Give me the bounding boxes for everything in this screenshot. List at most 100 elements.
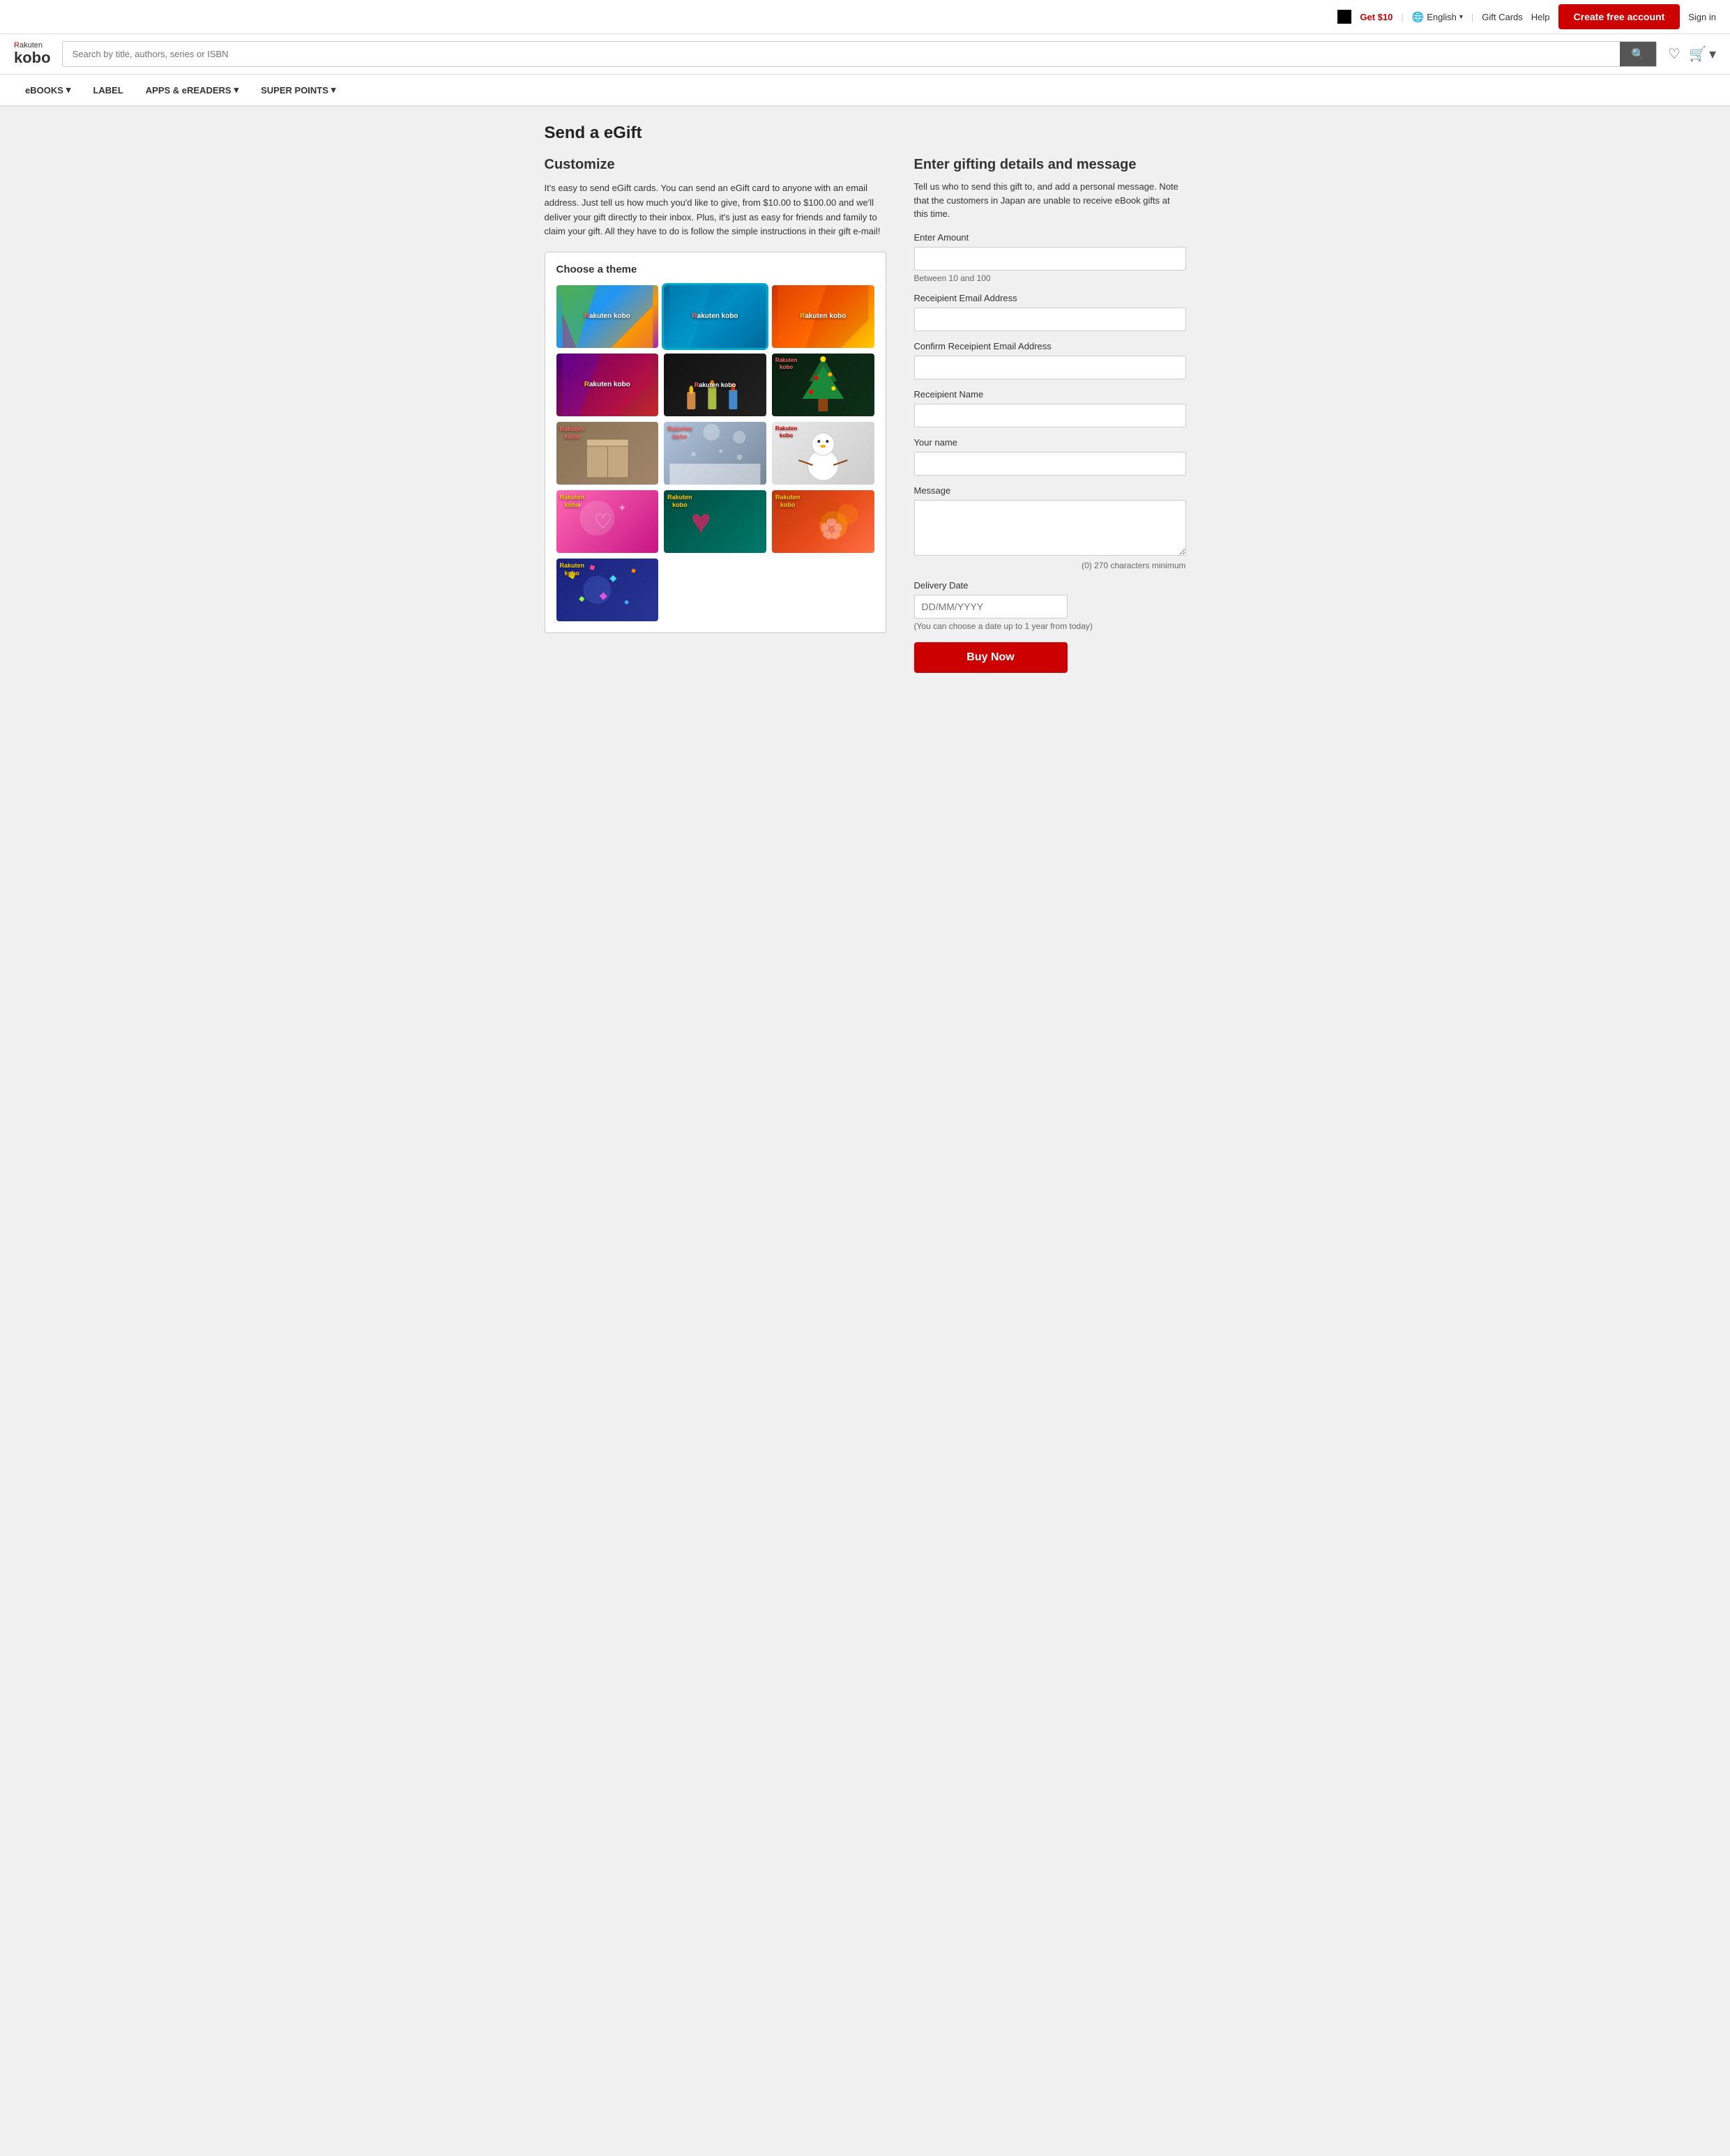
buy-now-button[interactable]: Buy Now	[914, 642, 1068, 673]
recipient-email-group: Receipient Email Address	[914, 293, 1186, 331]
nav-label-text: LABEL	[93, 85, 123, 96]
delivery-date-label: Delivery Date	[914, 580, 1186, 591]
main-content: Send a eGift Customize It's easy to send…	[531, 123, 1200, 673]
theme-card-12[interactable]: 🌸 Rakutenkobo	[772, 490, 874, 553]
message-textarea[interactable]	[914, 500, 1186, 556]
theme-card-13[interactable]: Rakutenkobo	[556, 559, 659, 621]
recipient-email-label: Receipient Email Address	[914, 293, 1186, 303]
search-button[interactable]: 🔍	[1620, 42, 1656, 66]
nav-superpoints[interactable]: SUPER POINTS ▾	[250, 75, 347, 105]
theme-card-2[interactable]: Rakuten kobo	[664, 285, 766, 348]
your-name-group: Your name	[914, 437, 1186, 476]
theme-card-10[interactable]: ♡ ✦ ✦ Rakutenkobo	[556, 490, 659, 553]
theme-chooser: Choose a theme Rakuten kobo	[545, 252, 886, 633]
char-count: (0) 270 characters minimum	[914, 561, 1186, 570]
logo-kobo-text: kobo	[14, 50, 51, 66]
theme-grid: Rakuten kobo Rakuten kobo	[556, 285, 874, 621]
theme-title: Choose a theme	[556, 264, 874, 275]
theme-card-8[interactable]: ❄ ❄ ❄ Rakutenkobo	[664, 422, 766, 485]
nav-ebooks-chevron: ▾	[66, 84, 71, 96]
logo[interactable]: Rakuten kobo	[14, 41, 51, 66]
theme-card-9[interactable]: Rakutenkobo	[772, 422, 874, 485]
theme-11-label: Rakutenkobo	[667, 494, 692, 509]
page-title: Send a eGift	[545, 123, 1186, 143]
nav-superpoints-label: SUPER POINTS	[261, 85, 328, 96]
help-link[interactable]: Help	[1531, 12, 1550, 22]
theme-9-label: Rakutenkobo	[775, 425, 798, 439]
theme-12-label: Rakutenkobo	[775, 494, 800, 509]
two-column-layout: Customize It's easy to send eGift cards.…	[545, 157, 1186, 673]
theme-5-label: Rakuten kobo	[695, 381, 736, 389]
wishlist-icon[interactable]: ♡	[1668, 45, 1680, 63]
recipient-name-label: Receipient Name	[914, 389, 1186, 400]
theme-card-4[interactable]: Rakuten kobo	[556, 354, 659, 416]
svg-text:♥: ♥	[690, 502, 711, 541]
nav-apps-chevron: ▾	[234, 84, 239, 96]
amount-input[interactable]	[914, 247, 1186, 271]
customize-title: Customize	[545, 157, 886, 173]
theme-10-label: Rakutenkobo	[560, 494, 585, 509]
theme-card-1[interactable]: Rakuten kobo	[556, 285, 659, 348]
theme-13-label: Rakutenkobo	[560, 562, 585, 577]
globe-icon: 🌐	[1412, 11, 1424, 23]
gift-cards-link[interactable]: Gift Cards	[1482, 12, 1523, 22]
amount-field-group: Enter Amount Between 10 and 100	[914, 232, 1186, 283]
search-input[interactable]	[63, 42, 1621, 66]
left-column: Customize It's easy to send eGift cards.…	[545, 157, 886, 633]
theme-card-11[interactable]: ♥ Rakutenkobo	[664, 490, 766, 553]
top-bar: Get $10 | 🌐 English ▾ | Gift Cards Help …	[0, 0, 1730, 34]
theme-card-6[interactable]: Rakutenkobo	[772, 354, 874, 416]
get10-link[interactable]: Get $10	[1360, 12, 1393, 22]
recipient-name-input[interactable]	[914, 404, 1186, 427]
confirm-email-input[interactable]	[914, 356, 1186, 379]
theme-card-7[interactable]: Rakutenkobo	[556, 422, 659, 485]
delivery-date-group: Delivery Date (You can choose a date up …	[914, 580, 1186, 631]
recipient-name-group: Receipient Name	[914, 389, 1186, 427]
theme-7-label: Rakutenkobo	[560, 425, 585, 441]
message-group: Message (0) 270 characters minimum	[914, 485, 1186, 570]
black-square-icon	[1337, 10, 1351, 24]
your-name-input[interactable]	[914, 452, 1186, 476]
delivery-date-hint: (You can choose a date up to 1 year from…	[914, 621, 1186, 631]
create-account-button[interactable]: Create free account	[1558, 4, 1680, 29]
nav-apps[interactable]: APPS & eREADERS ▾	[135, 75, 250, 105]
theme-card-3[interactable]: Rakuten kobo	[772, 285, 874, 348]
message-label: Message	[914, 485, 1186, 496]
nav-apps-label: APPS & eREADERS	[146, 85, 232, 96]
navigation: eBOOKS ▾ LABEL APPS & eREADERS ▾ SUPER P…	[0, 75, 1730, 107]
recipient-email-input[interactable]	[914, 308, 1186, 331]
nav-ebooks[interactable]: eBOOKS ▾	[14, 75, 82, 105]
amount-hint: Between 10 and 100	[914, 273, 1186, 283]
confirm-email-group: Confirm Receipient Email Address	[914, 341, 1186, 379]
nav-label[interactable]: LABEL	[82, 75, 134, 105]
form-title: Enter gifting details and message	[914, 157, 1186, 173]
cart-chevron-icon: ▾	[1709, 45, 1716, 63]
form-description: Tell us who to send this gift to, and ad…	[914, 180, 1186, 221]
svg-text:❄: ❄	[690, 451, 696, 459]
svg-text:❄: ❄	[736, 453, 743, 462]
language-selector[interactable]: 🌐 English ▾	[1412, 11, 1463, 23]
header-right: ♡ 🛒 ▾	[1668, 45, 1716, 63]
svg-text:🌸: 🌸	[819, 517, 844, 540]
nav-ebooks-label: eBOOKS	[25, 85, 63, 96]
theme-1-label: Rakuten kobo	[584, 312, 630, 321]
theme-2-label: Rakuten kobo	[692, 312, 738, 321]
theme-card-5[interactable]: Rakuten kobo	[664, 354, 766, 416]
theme-4-label: Rakuten kobo	[584, 381, 630, 389]
confirm-email-label: Confirm Receipient Email Address	[914, 341, 1186, 351]
delivery-date-input[interactable]	[914, 595, 1068, 618]
theme-6-label: Rakutenkobo	[775, 357, 798, 370]
your-name-label: Your name	[914, 437, 1186, 448]
language-label: English	[1427, 12, 1457, 22]
theme-3-label: Rakuten kobo	[800, 312, 846, 321]
nav-superpoints-chevron: ▾	[331, 84, 336, 96]
cart-icon[interactable]: 🛒 ▾	[1689, 45, 1716, 63]
theme-8-label: Rakutenkobo	[667, 425, 692, 441]
header: Rakuten kobo 🔍 ♡ 🛒 ▾	[0, 34, 1730, 75]
svg-text:✦: ✦	[618, 502, 626, 513]
chevron-down-icon: ▾	[1459, 13, 1463, 21]
search-bar: 🔍	[62, 41, 1657, 67]
right-column: Enter gifting details and message Tell u…	[914, 157, 1186, 673]
amount-label: Enter Amount	[914, 232, 1186, 243]
sign-in-link[interactable]: Sign in	[1688, 12, 1716, 22]
